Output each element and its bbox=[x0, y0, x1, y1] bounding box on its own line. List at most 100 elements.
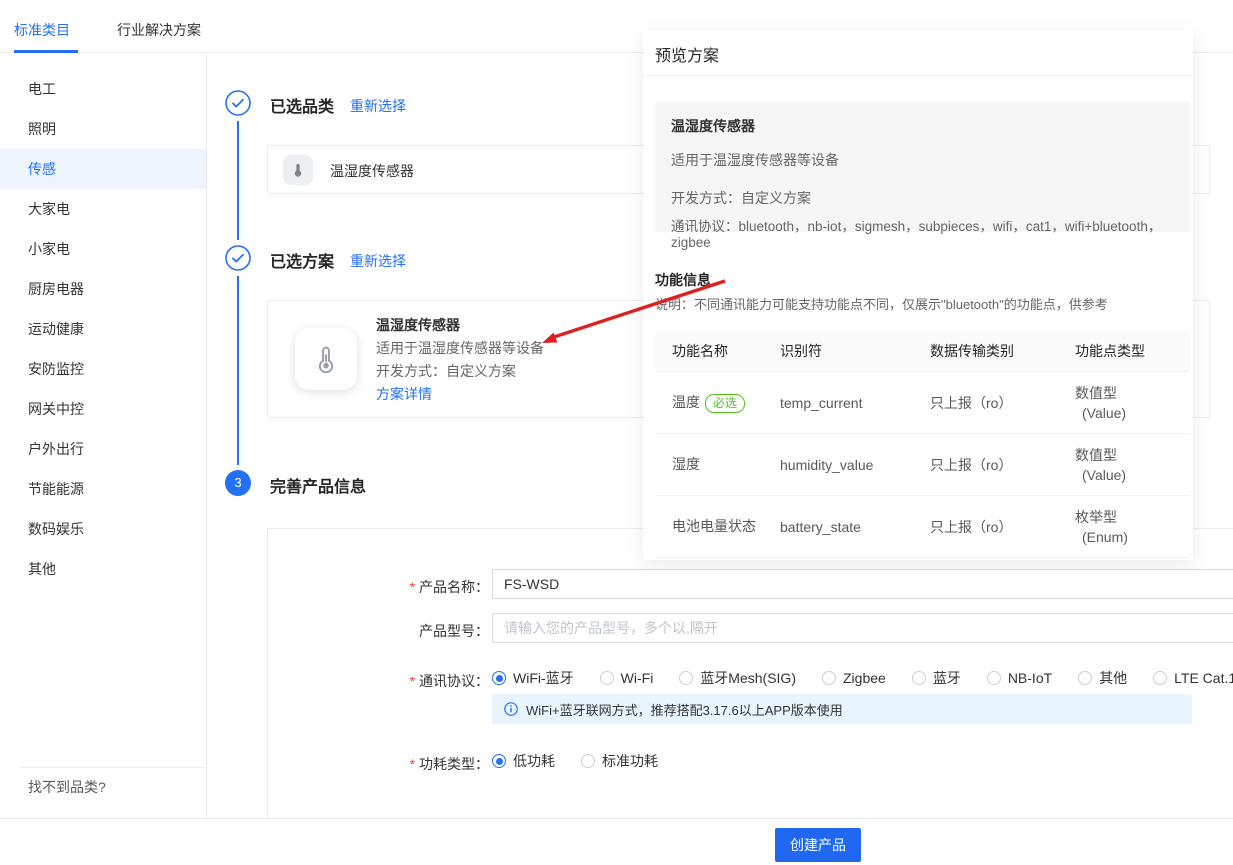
step-connector bbox=[237, 276, 239, 465]
function-table-row: 湿度humidity_value只上报（ro）数值型(Value) bbox=[655, 434, 1190, 496]
sidebar-item[interactable]: 传感 bbox=[0, 149, 206, 189]
solution-desc: 适用于温湿度传感器等设备 bbox=[376, 337, 544, 360]
tab-industry-solution[interactable]: 行业解决方案 bbox=[117, 20, 201, 40]
preview-solution-name: 温湿度传感器 bbox=[671, 116, 1174, 136]
function-code-cell: humidity_value bbox=[780, 457, 930, 473]
protocol-option-label: LTE Cat.1 bbox=[1174, 670, 1233, 686]
sidebar-item[interactable]: 照明 bbox=[0, 109, 206, 149]
power-option-label: 低功耗 bbox=[513, 751, 555, 771]
function-table: 功能名称 识别符 数据传输类别 功能点类型 温度必选 temp_current 只上… bbox=[655, 330, 1190, 558]
sidebar-item[interactable]: 节能能源 bbox=[0, 469, 206, 509]
radio-icon bbox=[912, 671, 926, 685]
radio-icon bbox=[600, 671, 614, 685]
sidebar-item[interactable]: 小家电 bbox=[0, 229, 206, 269]
preview-protocols: 通讯协议：bluetooth，nb-iot，sigmesh，subpieces，… bbox=[671, 215, 1174, 250]
protocol-option[interactable]: LTE Cat.1 bbox=[1153, 670, 1233, 686]
preview-divider bbox=[643, 75, 1193, 76]
power-option[interactable]: 标准功耗 bbox=[581, 751, 658, 771]
function-type-line2: (Enum) bbox=[1075, 527, 1190, 547]
function-type-cell: 枚举型(Enum) bbox=[1075, 507, 1190, 547]
selected-category-name: 温湿度传感器 bbox=[330, 161, 414, 181]
category-list: 电工照明传感大家电小家电厨房电器运动健康安防监控网关中控户外出行节能能源数码娱乐… bbox=[0, 54, 206, 589]
function-code-cell: battery_state bbox=[780, 519, 930, 535]
step2-title: 已选方案 bbox=[270, 248, 334, 272]
preview-dev-mode: 开发方式：自定义方案 bbox=[671, 188, 1174, 208]
sidebar-item[interactable]: 户外出行 bbox=[0, 429, 206, 469]
radio-icon bbox=[581, 754, 595, 768]
radio-icon bbox=[492, 754, 506, 768]
function-type-line1: 数值型 bbox=[1075, 445, 1190, 465]
reselect-solution-link[interactable]: 重新选择 bbox=[350, 251, 406, 271]
preview-summary-card: 温湿度传感器 适用于温湿度传感器等设备 开发方式：自定义方案 通讯协议：blue… bbox=[655, 102, 1190, 232]
sidebar-item[interactable]: 运动健康 bbox=[0, 309, 206, 349]
protocol-option[interactable]: NB-IoT bbox=[987, 670, 1052, 686]
radio-icon bbox=[1153, 671, 1167, 685]
function-name: 温度 bbox=[672, 394, 700, 410]
sidebar-divider bbox=[20, 767, 206, 768]
cannot-find-category-link[interactable]: 找不到品类? bbox=[28, 777, 106, 797]
power-option-label: 标准功耗 bbox=[602, 751, 658, 771]
protocol-option[interactable]: Wi-Fi bbox=[600, 670, 654, 686]
radio-icon bbox=[987, 671, 1001, 685]
protocol-radio-group: WiFi-蓝牙 Wi-Fi 蓝牙Mesh(SIG) Zigbee 蓝牙 NB-IoT 其他 L… bbox=[492, 663, 1233, 693]
protocol-option[interactable]: Zigbee bbox=[822, 670, 886, 686]
function-type-line1: 数值型 bbox=[1075, 383, 1190, 403]
sidebar-item[interactable]: 数码娱乐 bbox=[0, 509, 206, 549]
tab-standard-category[interactable]: 标准类目 bbox=[14, 20, 70, 40]
sidebar-item[interactable]: 厨房电器 bbox=[0, 269, 206, 309]
power-option[interactable]: 低功耗 bbox=[492, 751, 555, 771]
function-code-cell: temp_current bbox=[780, 395, 930, 411]
sidebar-item[interactable]: 其他 bbox=[0, 549, 206, 589]
protocol-option-label: WiFi-蓝牙 bbox=[513, 668, 574, 688]
radio-icon bbox=[492, 671, 506, 685]
product-name-label: 产品名称： bbox=[268, 577, 489, 597]
step1-title: 已选品类 bbox=[270, 93, 334, 117]
sidebar-item[interactable]: 大家电 bbox=[0, 189, 206, 229]
protocol-option[interactable]: WiFi-蓝牙 bbox=[492, 668, 574, 688]
function-transfer-cell: 只上报（ro） bbox=[930, 455, 1075, 475]
sidebar-item[interactable]: 安防监控 bbox=[0, 349, 206, 389]
category-sidebar: 电工照明传感大家电小家电厨房电器运动健康安防监控网关中控户外出行节能能源数码娱乐… bbox=[0, 54, 207, 818]
function-name-cell: 湿度 bbox=[655, 455, 780, 474]
protocol-option[interactable]: 其他 bbox=[1078, 668, 1127, 688]
protocol-hint: WiFi+蓝牙联网方式，推荐搭配3.17.6以上APP版本使用 bbox=[492, 694, 1192, 724]
protocol-option[interactable]: 蓝牙 bbox=[912, 668, 961, 688]
product-info-form: 产品名称： 产品型号： 通讯协议： WiFi-蓝牙Wi-Fi蓝牙Mesh(SIG… bbox=[267, 528, 1233, 819]
function-info-note: 说明：不同通讯能力可能支持功能点不同，仅展示"bluetooth"的功能点，供参… bbox=[655, 294, 1108, 313]
power-type-label: 功耗类型： bbox=[268, 754, 489, 774]
product-model-label: 产品型号： bbox=[268, 621, 489, 641]
function-name: 湿度 bbox=[672, 456, 700, 472]
required-badge: 必选 bbox=[705, 394, 745, 413]
solution-detail-link[interactable]: 方案详情 bbox=[376, 383, 544, 406]
step3-title: 完善产品信息 bbox=[270, 473, 366, 497]
function-table-header: 功能名称 识别符 数据传输类别 功能点类型 bbox=[655, 330, 1190, 372]
power-radio-group: 低功耗 标准功耗 bbox=[492, 746, 658, 776]
function-table-row: 电池电量状态battery_state只上报（ro）枚举型(Enum) bbox=[655, 496, 1190, 558]
product-name-input[interactable] bbox=[492, 569, 1233, 599]
create-product-button[interactable]: 创建产品 bbox=[775, 828, 861, 862]
step2-check-icon bbox=[225, 245, 251, 271]
sidebar-item[interactable]: 电工 bbox=[0, 69, 206, 109]
col-header-transfer: 数据传输类别 bbox=[930, 341, 1075, 361]
step-connector bbox=[237, 121, 239, 240]
protocol-option-label: 蓝牙 bbox=[933, 668, 961, 688]
reselect-category-link[interactable]: 重新选择 bbox=[350, 96, 406, 116]
col-header-name: 功能名称 bbox=[655, 341, 780, 361]
product-model-input[interactable] bbox=[492, 613, 1233, 643]
sidebar-item[interactable]: 网关中控 bbox=[0, 389, 206, 429]
protocol-option-label: 蓝牙Mesh(SIG) bbox=[700, 668, 796, 688]
protocol-option-label: Wi-Fi bbox=[621, 670, 654, 686]
solution-dev-mode: 开发方式：自定义方案 bbox=[376, 360, 544, 383]
protocol-hint-text: WiFi+蓝牙联网方式，推荐搭配3.17.6以上APP版本使用 bbox=[526, 700, 843, 719]
function-type-line2: (Value) bbox=[1075, 403, 1190, 423]
function-info-title: 功能信息 bbox=[655, 270, 711, 290]
function-type-cell: 数值型(Value) bbox=[1075, 383, 1190, 423]
col-header-code: 识别符 bbox=[780, 341, 930, 361]
col-header-type: 功能点类型 bbox=[1075, 341, 1190, 361]
protocol-option[interactable]: 蓝牙Mesh(SIG) bbox=[679, 668, 796, 688]
step1-check-icon bbox=[225, 90, 251, 116]
active-tab-underline bbox=[14, 50, 78, 53]
footer-bar bbox=[0, 818, 1233, 865]
function-name: 电池电量状态 bbox=[672, 518, 756, 534]
thermometer-icon bbox=[295, 328, 357, 390]
